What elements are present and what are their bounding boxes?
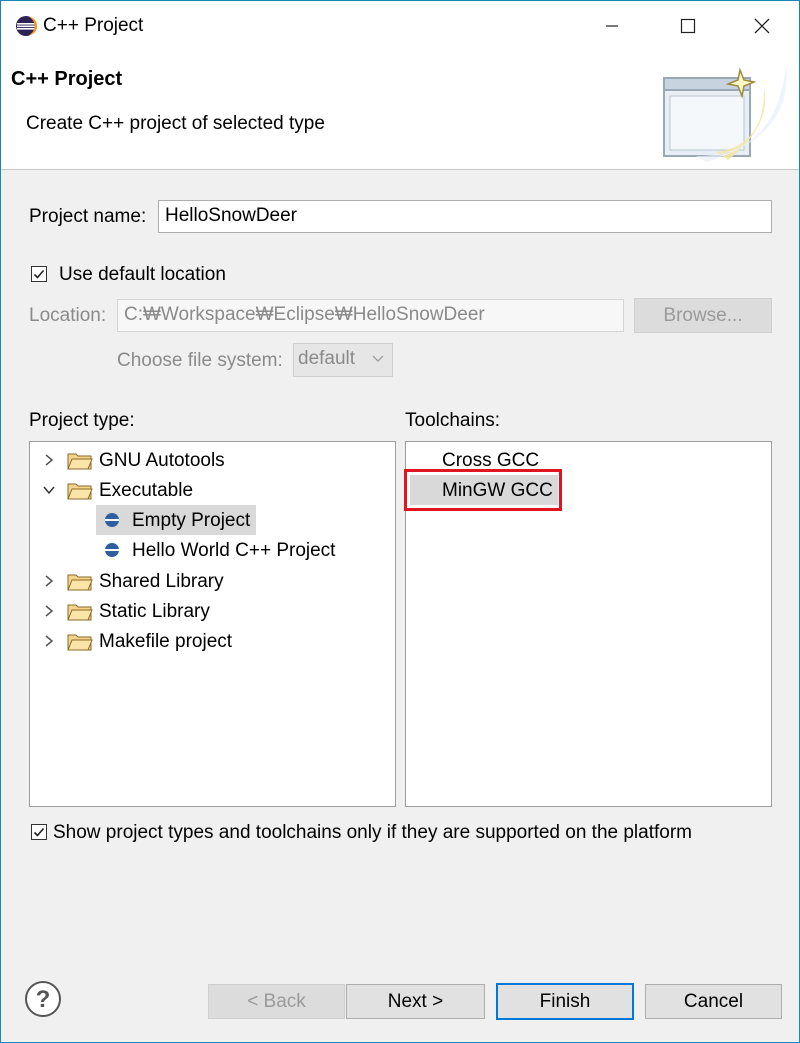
minimize-button[interactable]	[589, 7, 635, 45]
folder-icon	[67, 604, 93, 621]
project-type-label: Project type:	[29, 410, 135, 431]
checkmark-icon	[33, 827, 45, 837]
minimize-icon	[606, 25, 618, 27]
file-system-select[interactable]: default	[293, 343, 393, 377]
next-button[interactable]: Next >	[346, 984, 485, 1019]
chevron-down-icon[interactable]	[42, 483, 56, 497]
svg-text:?: ?	[36, 986, 51, 1013]
use-default-location-checkbox[interactable]	[31, 266, 47, 282]
toolchains-label: Toolchains:	[405, 410, 501, 431]
project-name-label: Project name:	[29, 206, 147, 227]
tree-item-hello-world[interactable]: Hello World C++ Project	[132, 537, 335, 565]
show-supported-label: Show project types and toolchains only i…	[53, 822, 692, 843]
title-bar: C++ Project	[1, 1, 799, 51]
file-system-label: Choose file system:	[117, 350, 283, 371]
help-icon[interactable]: ?	[24, 980, 62, 1018]
location-input[interactable]: C:₩Workspace₩Eclipse₩HelloSnowDeer	[117, 299, 624, 332]
tree-item-makefile-project[interactable]: Makefile project	[99, 628, 232, 656]
folder-icon	[67, 453, 93, 470]
project-type-tree[interactable]: GNU Autotools Executable Empty Project H…	[29, 441, 396, 807]
tree-item-empty-project[interactable]: Empty Project	[132, 507, 250, 535]
folder-icon	[67, 634, 93, 651]
tree-item-executable[interactable]: Executable	[99, 477, 193, 505]
tree-item-shared-library[interactable]: Shared Library	[99, 568, 224, 596]
checkmark-icon	[33, 269, 45, 279]
tree-item-static-library[interactable]: Static Library	[99, 598, 210, 626]
browse-button[interactable]: Browse...	[634, 298, 772, 333]
dialog-window: C++ Project C++ Project Create C++ proje…	[0, 0, 800, 1043]
close-icon	[754, 18, 770, 34]
finish-button[interactable]: Finish	[496, 983, 634, 1020]
maximize-button[interactable]	[665, 7, 711, 45]
file-system-value: default	[298, 348, 356, 369]
show-supported-checkbox[interactable]	[31, 824, 47, 840]
eclipse-icon	[16, 16, 37, 36]
page-title: C++ Project	[11, 68, 123, 90]
project-template-icon	[105, 543, 119, 557]
project-name-input[interactable]: HelloSnowDeer	[158, 200, 772, 233]
wizard-header: C++ Project Create C++ project of select…	[1, 51, 799, 170]
chevron-right-icon[interactable]	[42, 634, 56, 648]
annotation-highlight-box	[404, 469, 562, 511]
maximize-icon	[680, 18, 696, 34]
location-label: Location:	[29, 305, 107, 326]
page-subtitle: Create C++ project of selected type	[26, 113, 325, 134]
window-title: C++ Project	[43, 15, 144, 36]
folder-open-icon	[67, 483, 93, 500]
chevron-right-icon[interactable]	[42, 604, 56, 618]
folder-icon	[67, 574, 93, 591]
wizard-banner-icon	[663, 66, 787, 162]
tree-item-gnu-autotools[interactable]: GNU Autotools	[99, 447, 225, 475]
cancel-button[interactable]: Cancel	[645, 984, 782, 1019]
chevron-down-icon	[372, 355, 384, 362]
close-button[interactable]	[739, 7, 785, 45]
project-template-icon	[105, 513, 119, 527]
chevron-right-icon[interactable]	[42, 574, 56, 588]
chevron-right-icon[interactable]	[42, 453, 56, 467]
use-default-location-label: Use default location	[59, 264, 226, 285]
back-button[interactable]: < Back	[208, 984, 345, 1019]
